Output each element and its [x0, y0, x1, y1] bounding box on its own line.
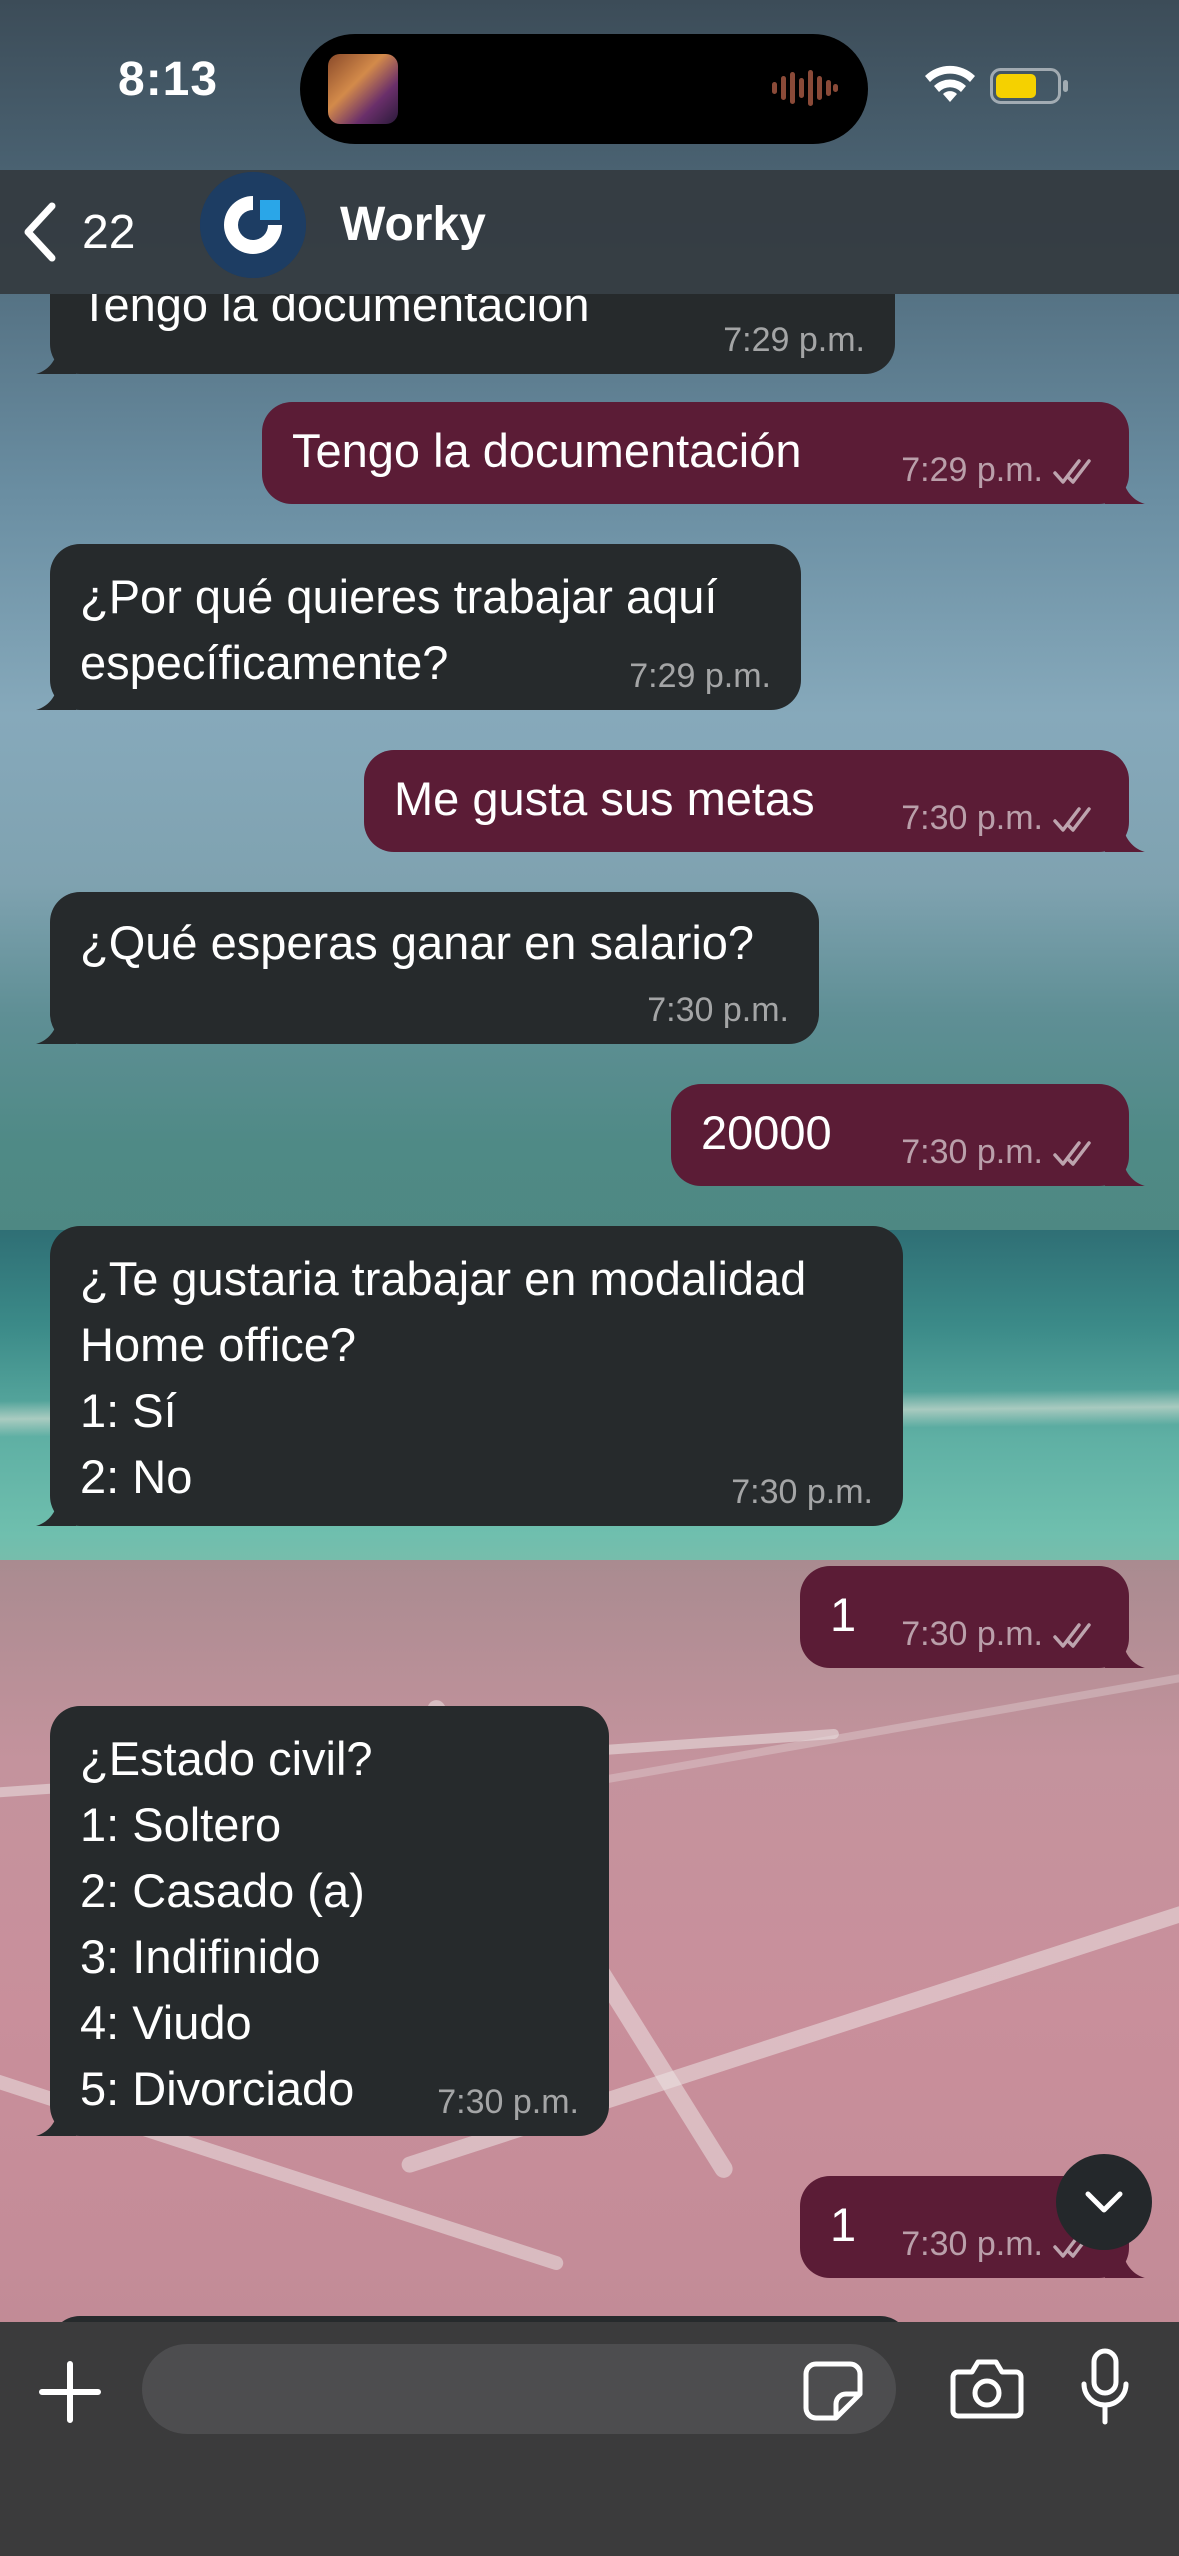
battery-icon	[990, 68, 1068, 104]
message-text: Tengo la documentación	[292, 424, 802, 477]
double-check-icon	[1053, 1622, 1091, 1648]
message-text: ¿Estado civil? 1: Soltero 2: Casado (a) …	[80, 1732, 373, 2115]
chevron-down-icon	[1085, 2191, 1123, 2213]
now-playing-artwork[interactable]	[328, 54, 398, 124]
message-time: 7:29 p.m.	[723, 321, 865, 359]
worky-logo-icon	[200, 172, 306, 278]
double-check-icon	[1053, 806, 1091, 832]
camera-icon[interactable]	[950, 2356, 1024, 2420]
message-bubble-outgoing[interactable]: 20000 7:30 p.m.	[671, 1084, 1145, 1186]
message-time: 7:30 p.m.	[901, 1133, 1043, 1171]
plus-icon[interactable]	[36, 2358, 104, 2426]
message-text: 1	[830, 1588, 857, 1641]
message-text: ¿Por qué quieres trabajar aquí específic…	[80, 570, 718, 689]
chat-header: 22	[0, 170, 1179, 294]
contact-name[interactable]: Worky	[340, 197, 486, 252]
status-time: 8:13	[118, 53, 219, 106]
sticker-icon[interactable]	[802, 2360, 864, 2422]
message-bubble-incoming[interactable]: ¿Qué esperas ganar en salario? 7:30 p.m.	[36, 892, 819, 1044]
double-check-icon	[1053, 458, 1091, 484]
status-bar: 8:13	[0, 0, 1179, 170]
message-text: Me gusta sus metas	[394, 772, 815, 825]
message-time: 7:29 p.m.	[629, 657, 771, 695]
message-text: ¿Qué esperas ganar en salario?	[80, 916, 755, 969]
message-bubble-incoming[interactable]: ¿Te gustaria trabajar en modalidad Home …	[36, 1226, 903, 1526]
double-check-icon	[1053, 1140, 1091, 1166]
scroll-to-bottom-button[interactable]	[1056, 2154, 1152, 2250]
message-input[interactable]	[142, 2344, 896, 2434]
message-text: 1	[830, 2198, 857, 2251]
message-bubble-incoming[interactable]: Tengo la documentación 7:29 p.m.	[36, 294, 895, 374]
microphone-icon[interactable]	[1080, 2348, 1130, 2428]
message-time: 7:30 p.m.	[647, 991, 789, 1029]
unread-count: 22	[82, 205, 136, 259]
message-time: 7:29 p.m.	[901, 451, 1043, 489]
message-time: 7:30 p.m.	[437, 2083, 579, 2121]
message-bubble-incoming[interactable]: ¿Estado civil? 1: Soltero 2: Casado (a) …	[36, 1706, 609, 2136]
avatar[interactable]	[200, 172, 306, 278]
message-bubble-outgoing[interactable]: 1 7:30 p.m.	[800, 1566, 1145, 1668]
wifi-icon	[925, 65, 975, 102]
audio-waveform-icon	[772, 70, 838, 106]
message-text: Tengo la documentación	[80, 294, 590, 331]
message-bubble-outgoing[interactable]: Me gusta sus metas 7:30 p.m.	[364, 750, 1145, 852]
message-time: 7:30 p.m.	[901, 799, 1043, 837]
chevron-left-icon	[24, 202, 56, 262]
message-time: 7:30 p.m.	[731, 1473, 873, 1511]
message-bubble-outgoing[interactable]: Tengo la documentación 7:29 p.m.	[262, 402, 1145, 504]
message-text: 20000	[701, 1106, 832, 1159]
message-list[interactable]: Tengo la documentación 7:29 p.m. Tengo l…	[0, 294, 1179, 2324]
message-text: ¿Te gustaria trabajar en modalidad Home …	[80, 1252, 807, 1503]
message-bubble-incoming[interactable]: ¿Por qué quieres trabajar aquí específic…	[36, 544, 801, 710]
message-time: 7:30 p.m.	[901, 1615, 1043, 1653]
message-time: 7:30 p.m.	[901, 2225, 1043, 2263]
back-button[interactable]: 22	[18, 192, 135, 272]
